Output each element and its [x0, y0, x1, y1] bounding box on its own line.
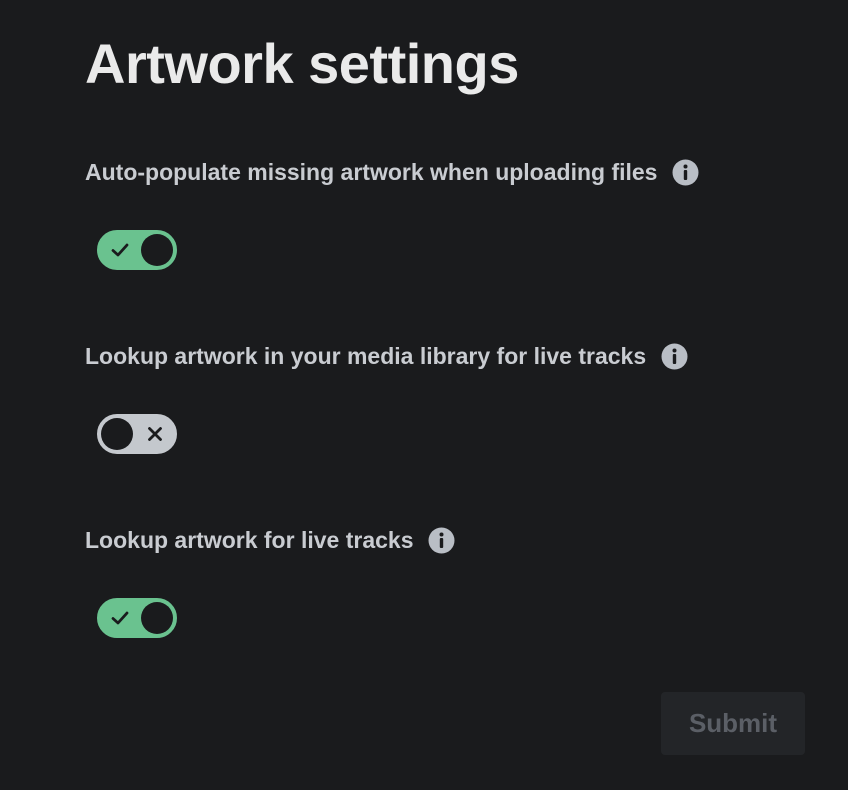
- close-icon: [148, 427, 162, 441]
- setting-label-row: Lookup artwork in your media library for…: [85, 342, 688, 370]
- lookup-artwork-media-library-toggle[interactable]: [97, 414, 177, 454]
- setting-label-row: Auto-populate missing artwork when uploa…: [85, 158, 699, 186]
- setting-lookup-artwork-media-library: Lookup artwork in your media library for…: [85, 342, 688, 454]
- setting-auto-populate-artwork: Auto-populate missing artwork when uploa…: [85, 158, 699, 270]
- info-icon[interactable]: [428, 527, 455, 554]
- info-icon[interactable]: [661, 343, 688, 370]
- setting-lookup-artwork-live-tracks: Lookup artwork for live tracks: [85, 526, 455, 638]
- artwork-settings-page: Artwork settings Auto-populate missing a…: [0, 0, 848, 790]
- page-title: Artwork settings: [85, 32, 519, 95]
- toggle-knob: [141, 234, 173, 266]
- lookup-artwork-live-tracks-toggle[interactable]: [97, 598, 177, 638]
- submit-button[interactable]: Submit: [661, 692, 805, 755]
- toggle-knob: [101, 418, 133, 450]
- check-icon: [111, 243, 129, 257]
- auto-populate-artwork-toggle[interactable]: [97, 230, 177, 270]
- setting-label: Lookup artwork for live tracks: [85, 526, 414, 553]
- check-icon: [111, 611, 129, 625]
- info-icon[interactable]: [672, 159, 699, 186]
- setting-label: Lookup artwork in your media library for…: [85, 342, 647, 369]
- setting-label-row: Lookup artwork for live tracks: [85, 526, 455, 554]
- setting-label: Auto-populate missing artwork when uploa…: [85, 158, 658, 185]
- toggle-knob: [141, 602, 173, 634]
